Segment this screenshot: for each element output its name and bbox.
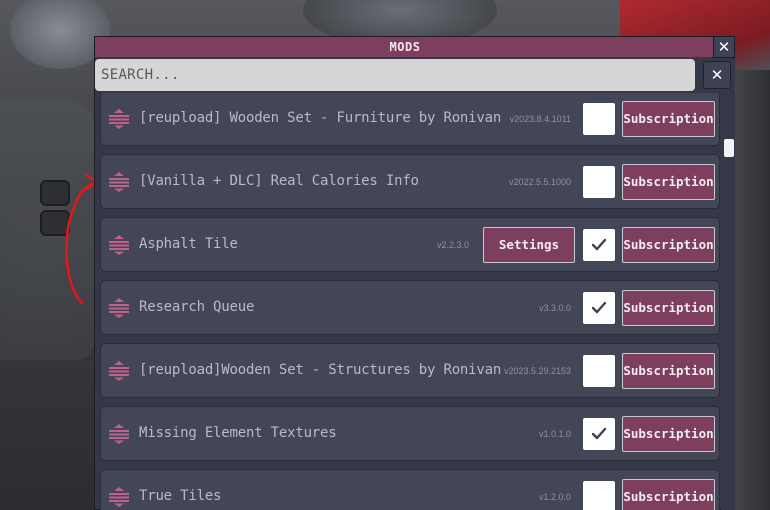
- enable-checkbox[interactable]: [583, 355, 615, 387]
- mod-name: [reupload]Wooden Set - Structures by Ron…: [139, 362, 502, 378]
- mod-version: v3.3.0.0: [538, 303, 571, 313]
- enable-checkbox[interactable]: [583, 418, 615, 450]
- mod-name: [reupload] Wooden Set - Furniture by Ron…: [139, 110, 502, 126]
- subscription-button[interactable]: Subscription: [622, 290, 715, 326]
- search-clear-button[interactable]: ✕: [703, 61, 731, 89]
- mod-name: [Vanilla + DLC] Real Calories Info: [139, 173, 419, 189]
- mod-version: v1.2.0.0: [538, 492, 571, 502]
- mod-row[interactable]: Asphalt Tile v2.2.3.0 Settings Subscription: [100, 217, 720, 272]
- enable-checkbox[interactable]: [583, 481, 615, 510]
- dialog-close-button[interactable]: ✕: [713, 36, 735, 58]
- subscription-button[interactable]: Subscription: [622, 416, 715, 452]
- scrollbar-thumb[interactable]: [724, 139, 734, 157]
- checkmark-icon: [591, 301, 607, 314]
- enable-checkbox[interactable]: [583, 103, 615, 135]
- enable-checkbox[interactable]: [583, 292, 615, 324]
- checkmark-icon: [591, 427, 607, 440]
- mod-version: v2023.8.4.1011: [509, 114, 571, 124]
- search-input[interactable]: [95, 59, 695, 91]
- enable-checkbox[interactable]: [583, 229, 615, 261]
- drag-handle-icon[interactable]: [109, 487, 129, 507]
- mod-row[interactable]: [reupload] Wooden Set - Furniture by Ron…: [100, 93, 720, 146]
- drag-handle-icon[interactable]: [109, 361, 129, 381]
- checkmark-icon: [591, 238, 607, 251]
- mods-dialog: MODS ✕ ✕ [reupload] Wooden Set - Furnitu…: [94, 36, 735, 510]
- subscription-button[interactable]: Subscription: [622, 101, 715, 137]
- mod-version: v1.0.1.0: [538, 429, 571, 439]
- subscription-button[interactable]: Subscription: [622, 227, 715, 263]
- mod-name: Research Queue: [139, 299, 255, 315]
- drag-handle-icon[interactable]: [109, 172, 129, 192]
- mod-row[interactable]: Missing Element Textures v1.0.1.0 Subscrip…: [100, 406, 720, 461]
- mod-row[interactable]: True Tiles v1.2.0.0 Subscription: [100, 469, 720, 510]
- mod-row[interactable]: Research Queue v3.3.0.0 Subscription: [100, 280, 720, 335]
- mod-version: v2022.5.5.1000: [508, 177, 571, 187]
- search-row: ✕: [95, 59, 735, 91]
- enable-checkbox[interactable]: [583, 166, 615, 198]
- dialog-title: MODS: [95, 37, 715, 57]
- close-icon: ✕: [710, 66, 724, 84]
- mod-name: True Tiles: [139, 488, 222, 504]
- drag-handle-icon[interactable]: [109, 109, 129, 129]
- drag-handle-icon[interactable]: [109, 424, 129, 444]
- settings-button[interactable]: Settings: [483, 227, 575, 263]
- mods-list[interactable]: [reupload] Wooden Set - Furniture by Ron…: [95, 93, 735, 510]
- mod-row[interactable]: [Vanilla + DLC] Real Calories Info v2022.…: [100, 154, 720, 209]
- mod-version: v2.2.3.0: [436, 240, 469, 250]
- drag-handle-icon[interactable]: [109, 235, 129, 255]
- subscription-button[interactable]: Subscription: [622, 164, 715, 200]
- mod-version: v2023.5.29.2153: [503, 366, 571, 376]
- mod-name: Asphalt Tile: [139, 236, 238, 252]
- subscription-button[interactable]: Subscription: [622, 479, 715, 510]
- drag-handle-icon[interactable]: [109, 298, 129, 318]
- subscription-button[interactable]: Subscription: [622, 353, 715, 389]
- mod-row[interactable]: [reupload]Wooden Set - Structures by Ron…: [100, 343, 720, 398]
- close-icon: ✕: [717, 38, 731, 56]
- mod-name: Missing Element Textures: [139, 425, 337, 441]
